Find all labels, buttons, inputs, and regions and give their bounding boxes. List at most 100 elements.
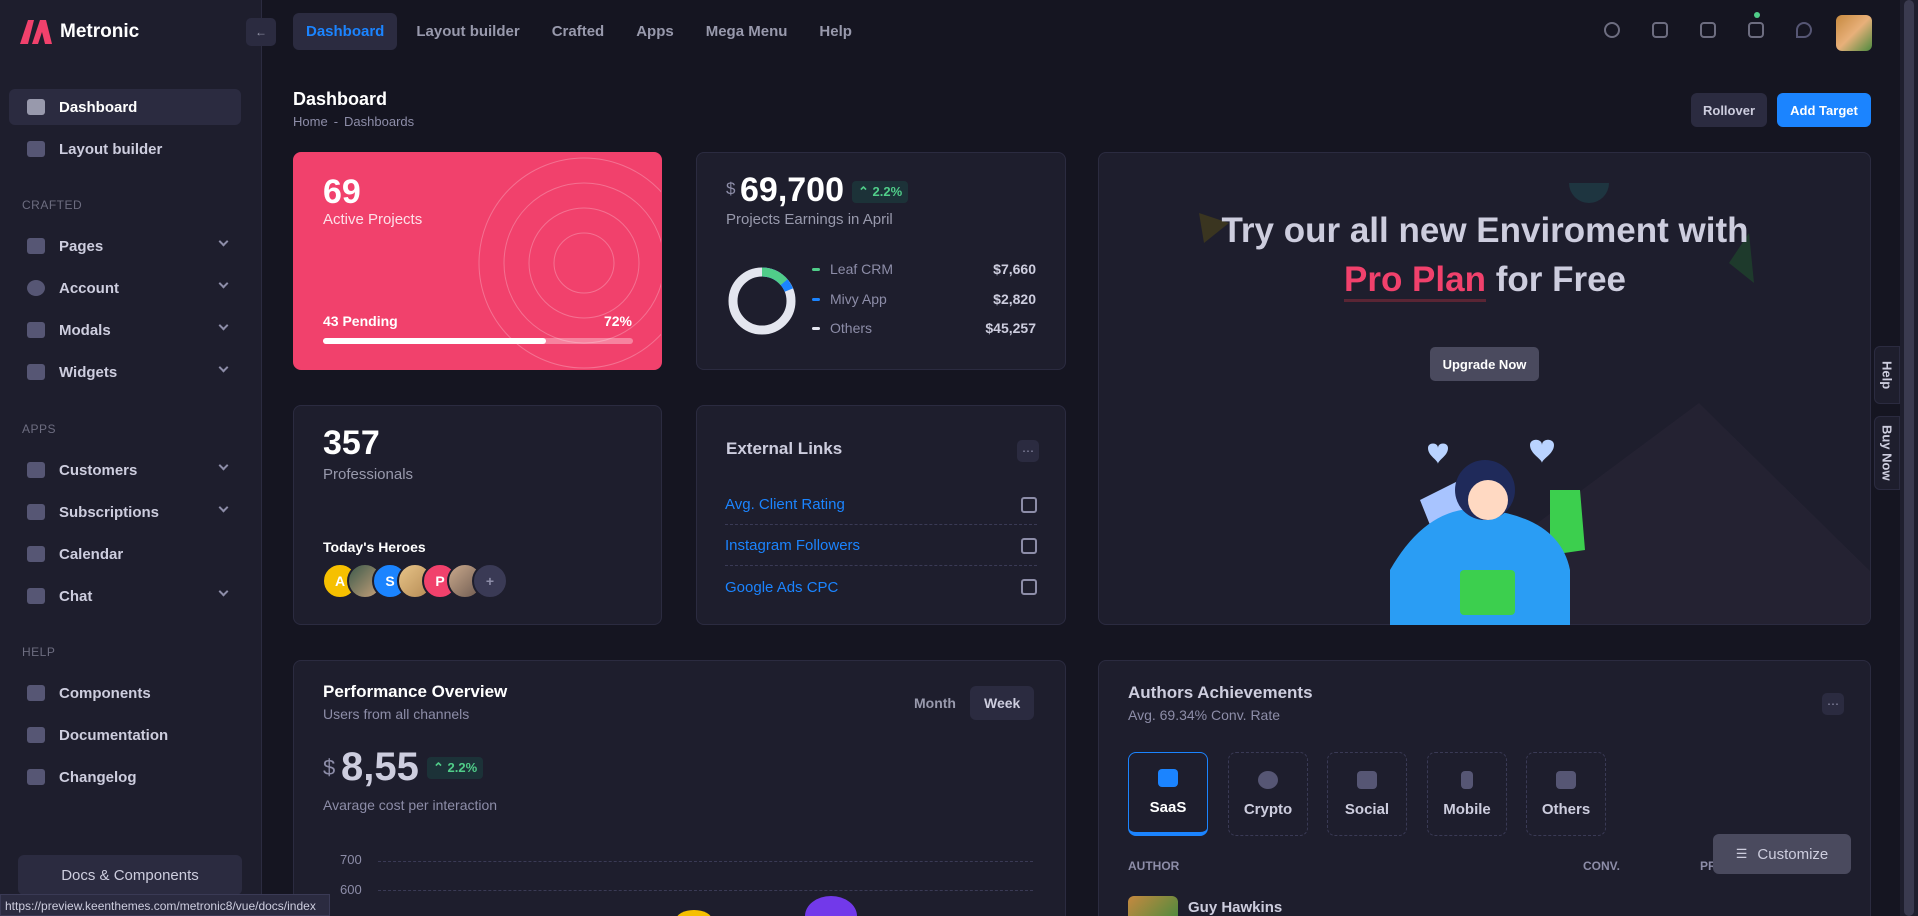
external-link-icon[interactable] (1021, 579, 1037, 595)
sidebar-item-layout-builder[interactable]: Layout builder (9, 131, 241, 167)
sidebar-item-widgets[interactable]: Widgets (9, 354, 241, 390)
tab-social[interactable]: Social (1327, 752, 1407, 836)
earnings-change: 2.2% (872, 184, 903, 199)
nav-mega-menu[interactable]: Mega Menu (693, 13, 801, 50)
rollover-button[interactable]: Rollover (1691, 93, 1767, 127)
promo-line-2: Pro Plan for Free (1100, 255, 1870, 304)
nav-apps[interactable]: Apps (623, 13, 687, 50)
sidebar-item-modals[interactable]: Modals (9, 312, 241, 348)
brand-logo[interactable]: Metronic (18, 18, 139, 46)
sidebar-item-label: Components (59, 684, 151, 702)
tab-week[interactable]: Week (970, 686, 1035, 720)
sidebar-item-pages[interactable]: Pages (9, 228, 241, 264)
bitcoin-icon (1258, 770, 1278, 789)
nav-crafted[interactable]: Crafted (539, 13, 618, 50)
nav-layout-builder[interactable]: Layout builder (403, 13, 532, 50)
tab-others[interactable]: Others (1526, 752, 1606, 836)
moon-icon[interactable] (1796, 22, 1812, 38)
link-avg-client-rating[interactable]: Avg. Client Rating (725, 485, 1037, 525)
column-conv: CONV. (1583, 859, 1620, 873)
y-tick-700: 700 (340, 852, 362, 867)
tab-crypto[interactable]: Crypto (1228, 752, 1308, 836)
sidebar-item-documentation[interactable]: Documentation (9, 717, 241, 753)
sidebar-item-dashboard[interactable]: Dashboard (9, 89, 241, 125)
calendar-icon (27, 546, 45, 562)
link-google-ads-cpc[interactable]: Google Ads CPC (725, 567, 1037, 607)
sidebar-section-help: HELP (22, 645, 56, 659)
tab-mobile[interactable]: Mobile (1427, 752, 1507, 836)
external-link-icon[interactable] (1021, 537, 1037, 554)
customize-button[interactable]: ☰ Customize (1713, 834, 1851, 874)
more-options-icon[interactable]: ⋯ (1017, 440, 1039, 462)
sidebar-item-customers[interactable]: Customers (9, 452, 241, 488)
earnings-donut (728, 267, 796, 335)
sidebar-item-subscriptions[interactable]: Subscriptions (9, 494, 241, 530)
sidebar-item-label: Documentation (59, 726, 169, 744)
active-projects-count: 69 (323, 173, 361, 211)
nav-help[interactable]: Help (806, 13, 865, 50)
customize-label: Customize (1757, 845, 1829, 863)
customers-icon (27, 462, 45, 478)
buy-now-side-tab[interactable]: Buy Now (1874, 416, 1900, 490)
legend-name: Others (830, 320, 873, 336)
breadcrumb-home[interactable]: Home (293, 114, 328, 129)
sidebar-item-components[interactable]: Components (9, 675, 241, 711)
chevron-down-icon (218, 460, 229, 471)
mobile-icon (1461, 770, 1473, 789)
hero-avatar-more[interactable]: + (472, 563, 508, 599)
sidebar-item-chat[interactable]: Chat (9, 578, 241, 614)
add-target-button[interactable]: Add Target (1777, 93, 1871, 127)
docs-components-button[interactable]: Docs & Components (18, 855, 242, 895)
sidebar-item-label: Dashboard (59, 98, 138, 116)
more-options-icon[interactable]: ⋯ (1822, 693, 1844, 715)
nav-dashboard[interactable]: Dashboard (293, 13, 398, 50)
tab-saas[interactable]: SaaS (1128, 752, 1208, 836)
tab-label: Social (1344, 800, 1390, 818)
notifications-icon[interactable] (1700, 22, 1716, 38)
sidebar-item-label: Subscriptions (59, 503, 160, 521)
sidebar-item-label: Calendar (59, 545, 124, 563)
sidebar-item-account[interactable]: Account (9, 270, 241, 306)
tab-month[interactable]: Month (900, 686, 970, 720)
sidebar-item-label: Modals (59, 321, 111, 339)
legend-name: Leaf CRM (830, 261, 894, 277)
page-scrollbar-thumb[interactable] (1904, 0, 1914, 916)
chevron-down-icon (218, 320, 229, 331)
performance-change-badge: ⌃ 2.2% (427, 757, 484, 779)
activity-icon[interactable] (1652, 22, 1668, 38)
legend-marker (812, 326, 820, 330)
external-link-icon[interactable] (1021, 496, 1037, 513)
send-icon (1556, 770, 1576, 789)
promo-highlight: Pro Plan (1343, 260, 1486, 302)
breadcrumb-separator: - (333, 114, 339, 129)
external-links-title: External Links (726, 439, 843, 458)
user-avatar[interactable] (1836, 15, 1872, 51)
link-label[interactable]: Instagram Followers (725, 537, 860, 554)
link-label[interactable]: Avg. Client Rating (725, 496, 845, 513)
chevron-down-icon (218, 502, 229, 513)
author-name[interactable]: Guy Hawkins (1188, 899, 1282, 916)
basket-icon (27, 504, 45, 520)
search-icon[interactable] (1604, 22, 1620, 38)
help-side-tab[interactable]: Help (1874, 346, 1900, 404)
upgrade-now-button[interactable]: Upgrade Now (1430, 347, 1539, 381)
chat-icon (27, 588, 45, 604)
performance-currency: $ (323, 755, 336, 780)
sidebar-item-label: Chat (59, 587, 93, 605)
promo-line-1: Try our all new Enviroment with (1221, 211, 1749, 250)
chevron-down-icon (218, 362, 229, 373)
link-label[interactable]: Google Ads CPC (725, 579, 838, 596)
earnings-currency: $ (726, 179, 736, 198)
layers-icon (27, 727, 45, 743)
sidebar-item-changelog[interactable]: Changelog (9, 759, 241, 795)
legend-leaf-crm: Leaf CRM $7,660 (812, 261, 1036, 277)
rocket-icon (27, 685, 45, 701)
grid-icon (27, 99, 45, 115)
sidebar-collapse-button[interactable]: ← (246, 18, 276, 46)
messages-icon[interactable] (1748, 22, 1764, 38)
sidebar-item-calendar[interactable]: Calendar (9, 536, 241, 572)
breadcrumb-current: Dashboards (344, 114, 415, 129)
link-instagram-followers[interactable]: Instagram Followers (725, 526, 1037, 566)
chevron-down-icon (218, 278, 229, 289)
y-tick-600: 600 (340, 882, 362, 897)
